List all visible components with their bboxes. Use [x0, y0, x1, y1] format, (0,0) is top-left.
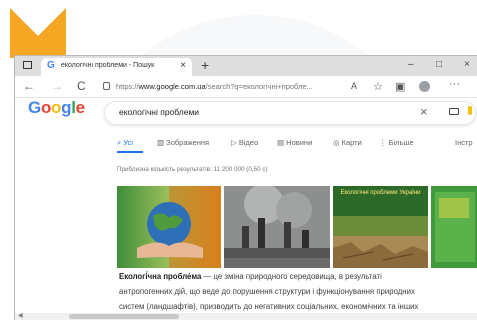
microphone-icon[interactable] [468, 106, 472, 115]
google-logo[interactable]: Google [28, 98, 85, 118]
more-icon: ⋮ [379, 138, 389, 147]
forward-button[interactable]: → [51, 79, 63, 93]
favorites-star-icon[interactable]: ☆ [373, 80, 383, 93]
tab-images[interactable]: ▨ Зображення [157, 138, 209, 147]
scroll-left-icon[interactable]: ◀ [18, 312, 23, 319]
reload-button[interactable]: C [77, 79, 86, 93]
maximize-button[interactable]: □ [436, 59, 442, 70]
tab-news[interactable]: ▤ Новини [277, 138, 312, 147]
image-icon: ▨ [157, 138, 167, 147]
url-field[interactable]: https://www.google.com.ua/search?q=еколо… [116, 82, 346, 91]
map-pin-icon: ◎ [333, 138, 342, 147]
scrollbar-thumb[interactable] [69, 314, 179, 319]
news-icon: ▤ [277, 138, 287, 147]
image-result-ecological-problems-ukraine[interactable]: Екологічні проблеми України [333, 186, 428, 268]
snippet-line-3: систем (ландшафтів), призводить до негат… [119, 302, 419, 311]
video-icon: ▷ [231, 138, 239, 147]
tab-title: екологічні проблеми - Пошук [61, 62, 155, 69]
orange-logo-mark [10, 8, 66, 58]
search-query[interactable]: екологічні проблеми [119, 107, 199, 117]
window-menu-icon[interactable] [23, 61, 32, 69]
profile-avatar[interactable] [419, 81, 430, 92]
read-aloud-icon[interactable]: A [351, 81, 357, 91]
tab-close-icon[interactable]: × [180, 60, 186, 71]
image-result-factory[interactable] [224, 186, 330, 268]
close-window-button[interactable]: × [464, 59, 470, 70]
minimize-button[interactable]: – [408, 59, 414, 70]
snippet-line-1: Екологі́чна пробле́ма — це зміна природн… [119, 272, 382, 281]
search-input[interactable]: екологічні проблеми × [104, 101, 476, 125]
clear-search-icon[interactable]: × [420, 104, 428, 119]
image-caption: Екологічні проблеми України [340, 190, 421, 196]
snippet-line-2: антропогенних дій, що веде до порушення … [119, 287, 415, 296]
tab-all[interactable]: ⌕ Усі [117, 138, 133, 148]
tab-more[interactable]: ⋮ Більше [379, 138, 414, 147]
address-bar-row: ← → C https://www.google.com.ua/search?q… [15, 76, 477, 98]
collections-icon[interactable]: ▣ [395, 80, 405, 93]
image-result-globe[interactable] [117, 186, 221, 268]
results-count: Приблизна кількість результатів: 11 200 … [117, 166, 268, 173]
image-result-partial[interactable] [431, 186, 477, 268]
more-menu-icon[interactable]: ··· [449, 78, 460, 90]
lock-icon[interactable] [103, 82, 110, 90]
browser-tab[interactable]: G екологічні проблеми - Пошук × [41, 58, 192, 76]
keyboard-icon[interactable] [449, 108, 459, 115]
tab-bar: G екологічні проблеми - Пошук × + – □ × [15, 56, 477, 76]
tab-video[interactable]: ▷ Відео [231, 138, 258, 147]
tab-tools[interactable]: Інстр [455, 138, 473, 147]
tab-maps[interactable]: ◎ Карти [333, 138, 362, 147]
back-button[interactable]: ← [23, 79, 35, 93]
browser-window: G екологічні проблеми - Пошук × + – □ × … [14, 55, 477, 320]
active-tab-indicator [117, 151, 143, 153]
google-favicon-icon: G [47, 60, 55, 71]
new-tab-button[interactable]: + [201, 57, 209, 73]
